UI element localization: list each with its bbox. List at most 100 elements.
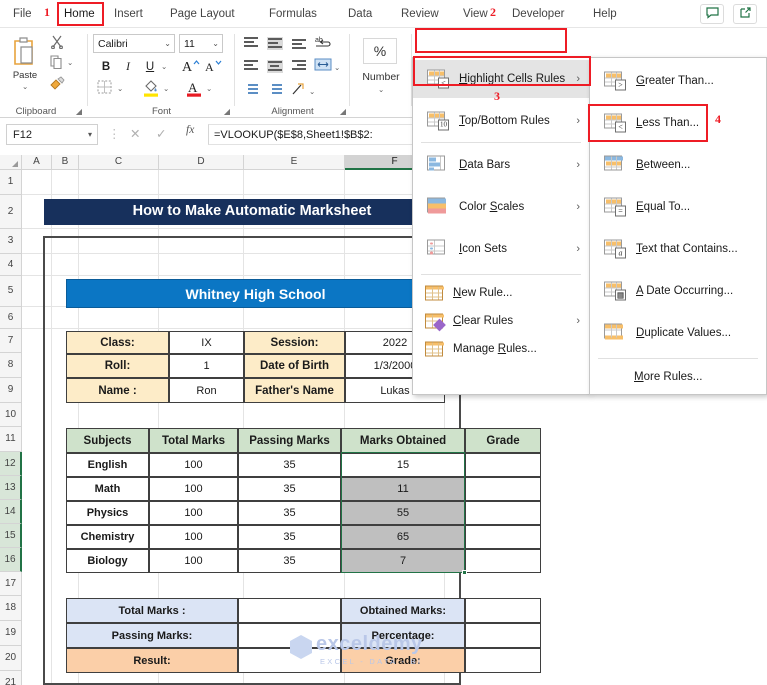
- menu-item-highlight-cells-rules[interactable]: ≤ Highlight Cells Rules ›: [413, 60, 589, 98]
- wrap-text-icon[interactable]: ab: [315, 34, 333, 56]
- insert-function-icon[interactable]: fx: [186, 124, 194, 136]
- row-header-5[interactable]: 5: [0, 276, 22, 307]
- row-header-9[interactable]: 9: [0, 378, 22, 403]
- summary-value-obtained-marks[interactable]: [465, 598, 541, 623]
- underline-chevron-down-icon[interactable]: ⌄: [161, 58, 167, 76]
- merge-center-icon[interactable]: [314, 58, 332, 77]
- row-header-6[interactable]: 6: [0, 307, 22, 329]
- comment-button[interactable]: [700, 4, 724, 24]
- marks-cell-total[interactable]: 100: [149, 453, 238, 477]
- share-button[interactable]: [733, 4, 757, 24]
- marks-cell-subject[interactable]: Chemistry: [66, 525, 149, 549]
- marks-cell-grade[interactable]: [465, 525, 541, 549]
- submenu-item-equal-to[interactable]: = Equal To...: [590, 188, 766, 226]
- info-value-roll[interactable]: 1: [169, 354, 244, 378]
- orientation-icon[interactable]: [291, 82, 307, 102]
- marks-cell-total[interactable]: 100: [149, 501, 238, 525]
- orientation-chevron-down-icon[interactable]: ⌄: [309, 83, 315, 101]
- cut-icon[interactable]: [50, 35, 64, 54]
- menu-item-top-bottom-rules[interactable]: 10 Top/Bottom Rules ›: [413, 102, 589, 140]
- tab-view[interactable]: View: [456, 3, 495, 25]
- row-header-18[interactable]: 18: [0, 596, 22, 621]
- row-header-17[interactable]: 17: [0, 572, 22, 596]
- marks-cell-obtained[interactable]: 15: [341, 453, 465, 477]
- tab-developer[interactable]: Developer: [505, 3, 571, 25]
- paste-icon[interactable]: [12, 36, 38, 71]
- submenu-item-a-date-occurring[interactable]: ▦ A Date Occurring...: [590, 272, 766, 310]
- marks-cell-subject[interactable]: English: [66, 453, 149, 477]
- row-header-1[interactable]: 1: [0, 170, 22, 195]
- marks-cell-grade[interactable]: [465, 477, 541, 501]
- info-value-name[interactable]: Ron: [169, 378, 244, 403]
- column-header-c[interactable]: C: [79, 155, 159, 170]
- alignment-dialog-launcher[interactable]: ◢: [340, 107, 346, 116]
- font-name-combo[interactable]: Calibri ⌄: [93, 34, 175, 53]
- row-header-2[interactable]: 2: [0, 195, 22, 229]
- tab-formulas[interactable]: Formulas: [262, 3, 324, 25]
- align-right-icon[interactable]: [291, 60, 307, 73]
- copy-chevron-down-icon[interactable]: ⌄: [67, 54, 73, 72]
- submenu-item-duplicate-values[interactable]: Duplicate Values...: [590, 314, 766, 352]
- row-header-4[interactable]: 4: [0, 254, 22, 276]
- marks-cell-obtained[interactable]: 11: [341, 477, 465, 501]
- tab-help[interactable]: Help: [586, 3, 624, 25]
- marks-cell-obtained[interactable]: 65: [341, 525, 465, 549]
- menu-item-new-rule[interactable]: New Rule...: [413, 280, 589, 305]
- column-header-d[interactable]: D: [159, 155, 244, 170]
- row-header-11[interactable]: 11: [0, 427, 22, 452]
- summary-value-result[interactable]: [238, 648, 341, 673]
- row-header-14[interactable]: 14: [0, 500, 22, 524]
- increase-indent-icon[interactable]: [267, 84, 283, 97]
- shrink-font-icon[interactable]: A: [205, 57, 223, 79]
- info-value-class[interactable]: IX: [169, 331, 244, 354]
- menu-item-manage-rules[interactable]: Manage Rules...: [413, 336, 589, 361]
- underline-button[interactable]: U: [142, 58, 158, 76]
- align-middle-icon[interactable]: [267, 37, 283, 50]
- decrease-indent-icon[interactable]: [243, 84, 259, 97]
- name-box[interactable]: F12 ▾: [6, 124, 98, 145]
- percent-style-button[interactable]: %: [363, 38, 397, 64]
- row-header-13[interactable]: 13: [0, 476, 22, 500]
- column-header-b[interactable]: B: [52, 155, 79, 170]
- marks-cell-subject[interactable]: Biology: [66, 549, 149, 573]
- row-header-16[interactable]: 16: [0, 548, 22, 572]
- marks-cell-obtained[interactable]: 7: [341, 549, 465, 573]
- tab-review[interactable]: Review: [394, 3, 446, 25]
- marks-cell-obtained[interactable]: 55: [341, 501, 465, 525]
- marks-cell-passing[interactable]: 35: [238, 525, 341, 549]
- font-color-chevron-down-icon[interactable]: ⌄: [206, 80, 212, 98]
- summary-value-grade[interactable]: [465, 648, 541, 673]
- row-header-20[interactable]: 20: [0, 646, 22, 671]
- marks-cell-total[interactable]: 100: [149, 525, 238, 549]
- row-header-7[interactable]: 7: [0, 329, 22, 353]
- borders-icon[interactable]: [97, 80, 113, 100]
- copy-icon[interactable]: [50, 55, 64, 74]
- column-header-e[interactable]: E: [244, 155, 345, 170]
- row-header-19[interactable]: 19: [0, 621, 22, 646]
- marks-cell-passing[interactable]: 35: [238, 453, 341, 477]
- italic-button[interactable]: I: [120, 58, 136, 76]
- marks-cell-subject[interactable]: Physics: [66, 501, 149, 525]
- align-left-icon[interactable]: [243, 60, 259, 73]
- grow-font-icon[interactable]: A: [182, 57, 200, 79]
- menu-item-icon-sets[interactable]: Icon Sets ›: [413, 230, 589, 268]
- marks-cell-total[interactable]: 100: [149, 549, 238, 573]
- marks-cell-passing[interactable]: 35: [238, 549, 341, 573]
- submenu-item-less-than[interactable]: < Less Than...: [590, 104, 766, 142]
- fill-color-chevron-down-icon[interactable]: ⌄: [163, 80, 169, 98]
- summary-value-percentage[interactable]: [465, 623, 541, 648]
- format-painter-icon[interactable]: [49, 76, 65, 95]
- submenu-item-text-that-contains[interactable]: a Text that Contains...: [590, 230, 766, 268]
- marks-cell-grade[interactable]: [465, 549, 541, 573]
- row-header-15[interactable]: 15: [0, 524, 22, 548]
- align-top-icon[interactable]: [243, 37, 259, 50]
- tab-home[interactable]: Home: [57, 3, 102, 26]
- paste-chevron-down-icon[interactable]: ⌄: [22, 78, 28, 96]
- fill-color-icon[interactable]: [143, 79, 159, 102]
- submenu-item-between[interactable]: Between...: [590, 146, 766, 184]
- row-header-8[interactable]: 8: [0, 353, 22, 378]
- clipboard-dialog-launcher[interactable]: ◢: [76, 107, 82, 116]
- marks-cell-passing[interactable]: 35: [238, 501, 341, 525]
- font-dialog-launcher[interactable]: ◢: [224, 107, 230, 116]
- merge-chevron-down-icon[interactable]: ⌄: [334, 59, 340, 77]
